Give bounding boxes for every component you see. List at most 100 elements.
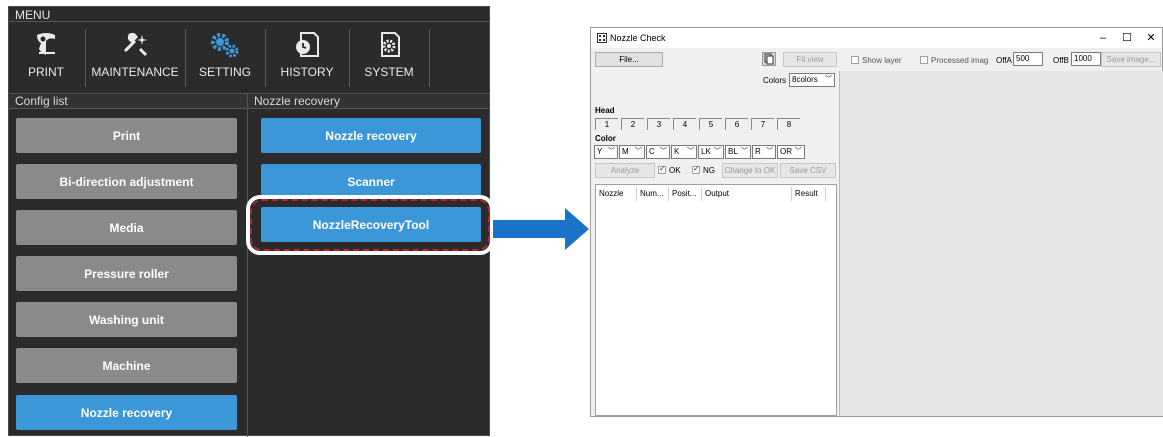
column-header-result[interactable]: Result (792, 187, 826, 201)
nav-print-label: PRINT (28, 65, 64, 79)
gear-icon (211, 33, 239, 58)
maintenance-icon (123, 32, 148, 57)
nozzle-check-window: Nozzle Check – ☐ ✕ File... Fit view Show… (590, 27, 1163, 417)
menu-panel: MENU PRINT MAINTENANCE SETTING HISTORY S… (8, 6, 494, 437)
chevron-down-icon: ﹀ (635, 148, 642, 155)
config-machine-button[interactable]: Machine (16, 348, 237, 383)
color-select-6-value: BL (728, 147, 738, 156)
fit-view-button[interactable]: Fit view (783, 52, 837, 67)
close-button[interactable]: ✕ (1139, 30, 1163, 46)
maximize-button[interactable]: ☐ (1115, 30, 1139, 46)
show-layer-checkbox[interactable] (851, 56, 859, 64)
head-tab-2[interactable]: 2 (621, 118, 644, 130)
ok-label: OK (669, 166, 681, 175)
image-preview-area[interactable] (839, 71, 1163, 416)
window-title: Nozzle Check (610, 33, 666, 43)
nav-system[interactable]: SYSTEM (353, 23, 425, 91)
divider (247, 93, 248, 437)
config-nozzle-recovery-button[interactable]: Nozzle recovery (16, 395, 237, 430)
config-media-button[interactable]: Media (16, 210, 237, 245)
chevron-down-icon: ﹀ (766, 148, 773, 155)
colors-select-value: 8colors (792, 75, 818, 84)
nav-history-label: HISTORY (280, 65, 334, 79)
head-tab-8[interactable]: 8 (777, 118, 800, 130)
head-tab-3[interactable]: 3 (647, 118, 670, 130)
ng-checkbox[interactable] (692, 164, 700, 174)
chevron-down-icon: ﹀ (660, 148, 667, 155)
nav-maintenance-label: MAINTENANCE (91, 65, 179, 79)
color-select-3[interactable]: C ﹀ (646, 145, 670, 159)
color-select-3-value: C (649, 147, 655, 156)
config-list-title: Config list (9, 93, 247, 109)
save-image-button[interactable]: Save image... (1101, 52, 1161, 67)
divider (185, 29, 186, 87)
processed-image-checkbox[interactable] (920, 56, 928, 64)
color-select-6[interactable]: BL ﹀ (725, 145, 751, 159)
highlight-ring (250, 199, 490, 251)
offa-input[interactable]: 500 (1013, 52, 1043, 66)
color-label: Color (595, 134, 616, 143)
column-header-nozzle[interactable]: Nozzle (596, 187, 637, 201)
divider (9, 21, 489, 22)
color-select-2[interactable]: M ﹀ (619, 145, 645, 159)
chevron-down-icon: ﹀ (741, 148, 748, 155)
print-icon (37, 33, 55, 55)
divider (85, 29, 86, 87)
nav-maintenance[interactable]: MAINTENANCE (89, 23, 181, 91)
title-bar: Nozzle Check – ☐ ✕ (591, 28, 1162, 48)
color-select-8[interactable]: OR ﹀ (777, 145, 805, 159)
color-select-1-value: Y (597, 147, 603, 156)
ok-checkbox[interactable] (658, 164, 666, 174)
head-tab-7[interactable]: 7 (751, 118, 774, 130)
chevron-down-icon: ﹀ (714, 148, 721, 155)
column-header-number[interactable]: Num... (637, 187, 669, 201)
change-to-ok-button[interactable]: Change to OK (722, 163, 778, 178)
color-select-4[interactable]: K ﹀ (671, 145, 697, 159)
nav-history[interactable]: HISTORY (269, 23, 345, 91)
ng-label: NG (703, 166, 715, 175)
head-label: Head (595, 106, 615, 115)
nozzle-recovery-button[interactable]: Nozzle recovery (261, 118, 481, 153)
divider (429, 29, 430, 87)
head-tab-5[interactable]: 5 (699, 118, 722, 130)
menu-title: MENU (15, 8, 51, 22)
divider (349, 29, 350, 87)
system-icon (381, 32, 400, 57)
column-header-output[interactable]: Output (702, 187, 792, 201)
colors-select[interactable]: 8colors ﹀ (789, 73, 835, 87)
minimize-button[interactable]: – (1091, 30, 1115, 46)
nav-setting[interactable]: SETTING (189, 23, 261, 91)
offa-label: OffA (996, 56, 1012, 65)
chevron-down-icon: ﹀ (608, 148, 615, 155)
colors-label: Colors (763, 76, 787, 85)
config-washing-unit-button[interactable]: Washing unit (16, 302, 237, 337)
show-layer-label: Show layer (862, 56, 902, 65)
save-csv-button[interactable]: Save CSV (780, 163, 836, 178)
head-tab-4[interactable]: 4 (673, 118, 696, 130)
nav-print[interactable]: PRINT (11, 23, 81, 91)
offb-input[interactable]: 1000 (1071, 52, 1101, 66)
result-list[interactable]: Nozzle Num... Posit... Output Result (595, 184, 837, 416)
analyze-button[interactable]: Analyze (595, 163, 655, 178)
config-print-button[interactable]: Print (16, 118, 237, 153)
color-select-2-value: M (622, 147, 629, 156)
color-select-1[interactable]: Y ﹀ (594, 145, 618, 159)
head-tab-6[interactable]: 6 (725, 118, 748, 130)
layers-icon[interactable] (762, 52, 776, 66)
column-header-position[interactable]: Posit... (669, 187, 702, 201)
processed-image-label: Processed imag (931, 56, 989, 65)
config-bi-direction-button[interactable]: Bi-direction adjustment (16, 164, 237, 199)
file-button[interactable]: File... (595, 52, 663, 67)
arrow-right-icon (493, 208, 589, 250)
color-select-4-value: K (674, 147, 680, 156)
chevron-down-icon: ﹀ (825, 76, 832, 83)
config-pressure-roller-button[interactable]: Pressure roller (16, 256, 237, 291)
app-icon (597, 33, 607, 43)
scanner-button[interactable]: Scanner (261, 164, 481, 199)
nav-setting-label: SETTING (198, 65, 251, 79)
color-select-5[interactable]: LK ﹀ (698, 145, 724, 159)
top-nav: PRINT MAINTENANCE SETTING HISTORY SYSTEM (9, 23, 489, 91)
head-tab-1[interactable]: 1 (595, 118, 618, 130)
color-select-7[interactable]: R ﹀ (752, 145, 776, 159)
color-select-5-value: LK (701, 147, 711, 156)
